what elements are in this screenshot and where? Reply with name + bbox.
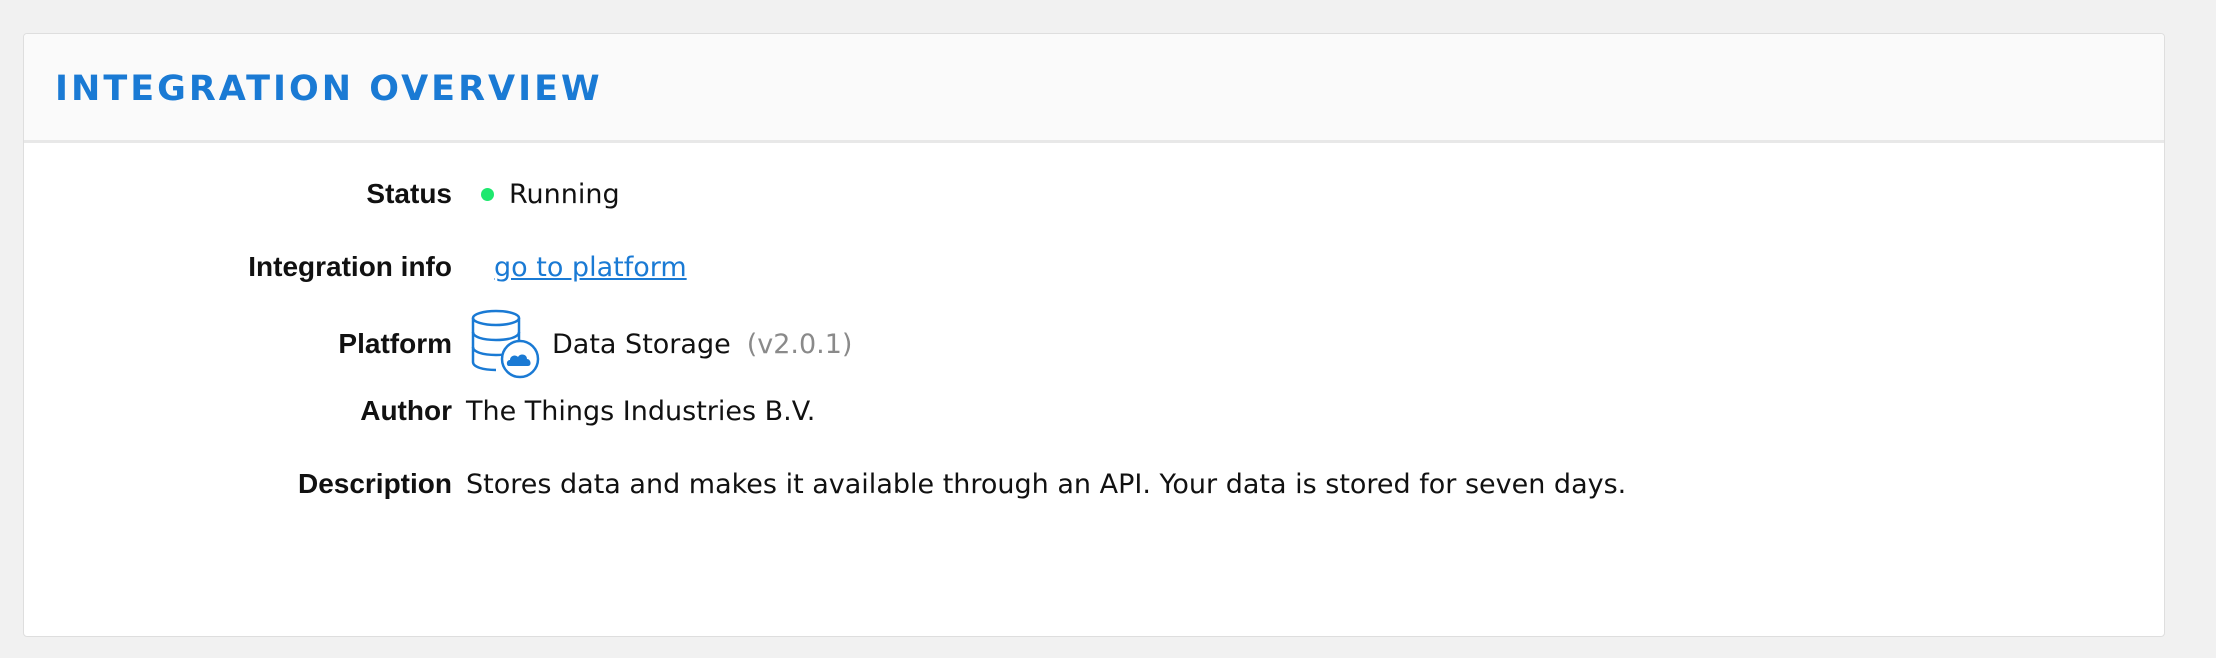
platform-name: Data Storage <box>552 328 731 360</box>
platform-version: (v2.0.1) <box>746 328 853 360</box>
integration-info-value: go to platform <box>466 252 687 283</box>
description-label: Description <box>297 468 452 499</box>
integration-info-row: Integration info go to platform <box>24 245 2164 289</box>
platform-row: Platform Data Storage (v2.0.1) <box>24 304 2164 384</box>
database-cloud-icon <box>471 309 540 379</box>
author-label: Author <box>360 395 452 426</box>
status-label: Status <box>366 178 452 209</box>
author-value: The Things Industries B.V. <box>466 395 816 427</box>
platform-value: Data Storage (v2.0.1) <box>466 307 852 381</box>
status-value: Running <box>466 179 620 210</box>
panel-header: INTEGRATION OVERVIEW <box>24 34 2164 143</box>
description-row: Description Stores data and makes it ava… <box>24 462 2164 506</box>
description-value: Stores data and makes it available throu… <box>466 468 1627 500</box>
status-text: Running <box>509 178 620 210</box>
platform-label: Platform <box>338 328 452 359</box>
integration-overview-panel: INTEGRATION OVERVIEW Status Running Inte… <box>23 33 2165 637</box>
author-row: Author The Things Industries B.V. <box>24 389 2164 433</box>
page-title: INTEGRATION OVERVIEW <box>55 69 603 109</box>
integration-info-label: Integration info <box>248 251 452 282</box>
status-row: Status Running <box>24 172 2164 216</box>
status-dot-icon <box>481 187 494 201</box>
go-to-platform-link[interactable]: go to platform <box>494 252 687 283</box>
